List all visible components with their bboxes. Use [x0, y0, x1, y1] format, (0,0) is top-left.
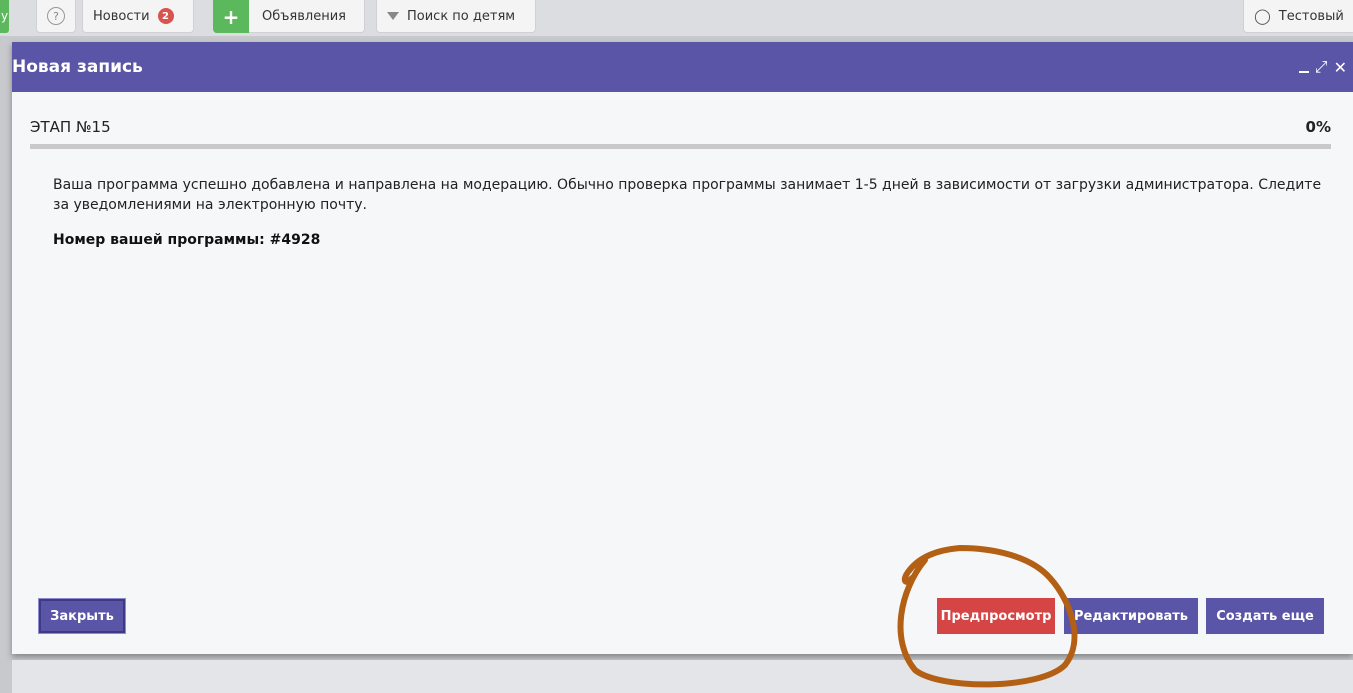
user-icon: ◯: [1254, 7, 1271, 25]
help-icon: ?: [47, 7, 65, 25]
edit-button[interactable]: Редактировать: [1064, 598, 1198, 634]
create-more-button[interactable]: Создать еще: [1206, 598, 1324, 634]
ads-label: Объявления: [262, 8, 346, 24]
top-navigation: у ? Новости 2 Объявления + Поиск по детя…: [0, 0, 1353, 36]
search-children-label: Поиск по детям: [407, 8, 516, 24]
preview-button[interactable]: Предпросмотр: [937, 598, 1055, 634]
modal-title: Новая запись: [12, 57, 143, 77]
program-number: Номер вашей программы: #4928: [53, 232, 321, 248]
progress-percent: 0%: [1305, 118, 1331, 136]
help-button[interactable]: ?: [36, 0, 76, 33]
user-label: Тестовый: [1278, 8, 1344, 24]
add-icon[interactable]: +: [213, 0, 249, 33]
filter-icon: [387, 12, 399, 20]
success-message: Ваша программа успешно добавлена и напра…: [53, 177, 1322, 213]
progress-bar: [30, 144, 1331, 149]
stage-label: ЭТАП №15: [30, 118, 111, 136]
close-button[interactable]: Закрыть: [38, 598, 126, 634]
page-bottom-strip: [12, 660, 1353, 693]
news-button[interactable]: Новости 2: [82, 0, 194, 33]
minimize-icon[interactable]: [1298, 71, 1309, 73]
stage-row: ЭТАП №15 0%: [30, 118, 1331, 136]
close-icon[interactable]: ✕: [1334, 58, 1347, 77]
news-badge: 2: [157, 8, 174, 24]
expand-icon[interactable]: ⤢: [1315, 57, 1328, 77]
modal-header: Новая запись ⤢ ✕: [12, 42, 1353, 92]
window-controls: ⤢ ✕: [1298, 57, 1353, 77]
news-label: Новости: [93, 8, 150, 24]
search-children-button[interactable]: Поиск по детям: [376, 0, 536, 33]
user-menu-button[interactable]: ◯ Тестовый: [1243, 0, 1353, 33]
home-button-edge[interactable]: у: [0, 0, 9, 33]
new-record-modal: Новая запись ⤢ ✕ ЭТАП №15 0% Ваша програ…: [12, 42, 1353, 654]
